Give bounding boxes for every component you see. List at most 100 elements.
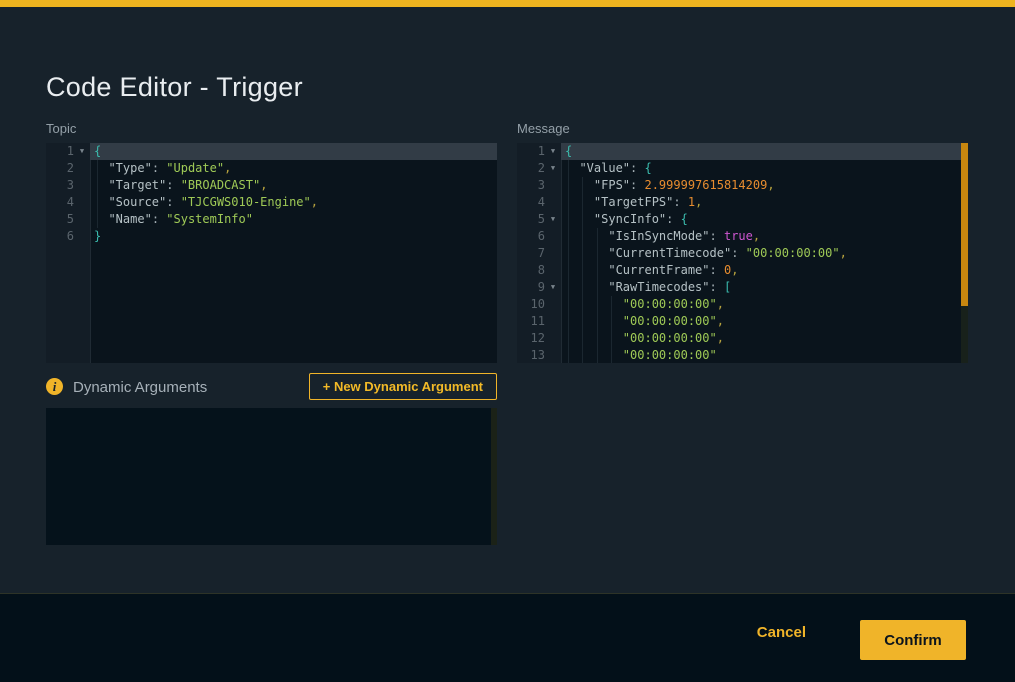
gutter-cell: 5▼	[517, 211, 561, 228]
code-token: "Name"	[108, 212, 151, 226]
topic-pane-label: Topic	[46, 121, 76, 136]
code-token: :	[152, 212, 166, 226]
fold-toggle-icon[interactable]: ▼	[548, 211, 558, 228]
new-dynamic-argument-button[interactable]: + New Dynamic Argument	[309, 373, 497, 400]
gutter-cell: 4	[517, 194, 561, 211]
code-token	[565, 229, 608, 243]
message-pane-label: Message	[517, 121, 570, 136]
code-token: :	[166, 195, 180, 209]
gutter-cell: 12	[517, 330, 561, 347]
code-line: 7 "CurrentTimecode": "00:00:00:00",	[517, 245, 968, 262]
code-token: "CurrentTimecode"	[608, 246, 731, 260]
code-token: "00:00:00:00"	[623, 297, 717, 311]
gutter-cell: 8	[517, 262, 561, 279]
code-token: ,	[717, 314, 724, 328]
code-line-content[interactable]: "IsInSyncMode": true,	[561, 228, 968, 245]
confirm-button[interactable]: Confirm	[860, 620, 966, 660]
gutter-cell: 7	[517, 245, 561, 262]
code-line: 2 "Type": "Update",	[46, 160, 497, 177]
code-line-content[interactable]: "Target": "BROADCAST",	[90, 177, 497, 194]
line-number: 6	[538, 228, 545, 245]
code-line: 6}	[46, 228, 497, 245]
code-line-content[interactable]: "00:00:00:00",	[561, 313, 968, 330]
code-token: "TJCGWS010-Engine"	[181, 195, 311, 209]
dynamic-arguments-label: Dynamic Arguments	[73, 379, 207, 396]
dynamic-arguments-list[interactable]	[46, 408, 497, 545]
dynamic-arguments-header: i Dynamic Arguments + New Dynamic Argume…	[46, 373, 497, 400]
code-token	[565, 263, 608, 277]
fold-toggle-icon[interactable]: ▼	[77, 143, 87, 160]
code-line-content[interactable]: "FPS": 2.999997615814209,	[561, 177, 968, 194]
code-token: ,	[695, 195, 702, 209]
code-line: 6 "IsInSyncMode": true,	[517, 228, 968, 245]
code-token: "BROADCAST"	[181, 178, 260, 192]
gutter-cell: 1▼	[46, 143, 90, 160]
code-line: 4 "Source": "TJCGWS010-Engine",	[46, 194, 497, 211]
code-line-content[interactable]: "Name": "SystemInfo"	[90, 211, 497, 228]
message-code-editor[interactable]: 1▼{2▼ "Value": {3 "FPS": 2.9999976158142…	[517, 143, 968, 363]
code-token: "TargetFPS"	[594, 195, 673, 209]
code-token: "Type"	[108, 161, 151, 175]
code-line-content[interactable]: "00:00:00:00"	[561, 347, 968, 363]
code-token: :	[731, 246, 745, 260]
code-line-content[interactable]: "Source": "TJCGWS010-Engine",	[90, 194, 497, 211]
code-token: :	[710, 263, 724, 277]
code-line-content[interactable]: {	[90, 143, 497, 160]
code-token: "Source"	[108, 195, 166, 209]
code-token: "FPS"	[594, 178, 630, 192]
editor-scrollbar[interactable]	[961, 143, 968, 363]
fold-toggle-icon[interactable]: ▼	[548, 279, 558, 296]
gutter-cell: 6	[517, 228, 561, 245]
cancel-button[interactable]: Cancel	[751, 623, 812, 642]
code-token: ,	[753, 229, 760, 243]
code-line: 11 "00:00:00:00",	[517, 313, 968, 330]
code-line-content[interactable]: "CurrentTimecode": "00:00:00:00",	[561, 245, 968, 262]
code-line: 8 "CurrentFrame": 0,	[517, 262, 968, 279]
code-token: {	[565, 144, 572, 158]
code-token: "Target"	[108, 178, 166, 192]
accent-topbar	[0, 0, 1015, 7]
code-line-content[interactable]: "00:00:00:00",	[561, 330, 968, 347]
code-line-content[interactable]: "00:00:00:00",	[561, 296, 968, 313]
code-line-content[interactable]: {	[561, 143, 968, 160]
code-line: 5▼ "SyncInfo": {	[517, 211, 968, 228]
gutter-cell: 10	[517, 296, 561, 313]
code-line-content[interactable]: "Value": {	[561, 160, 968, 177]
code-token	[565, 280, 608, 294]
code-line-content[interactable]: "RawTimecodes": [	[561, 279, 968, 296]
code-token: "00:00:00:00"	[623, 314, 717, 328]
gutter-cell: 3	[46, 177, 90, 194]
fold-toggle-icon[interactable]: ▼	[548, 143, 558, 160]
code-token: ,	[840, 246, 847, 260]
code-line-content[interactable]: "TargetFPS": 1,	[561, 194, 968, 211]
scrollbar-thumb[interactable]	[961, 143, 968, 306]
code-line: 10 "00:00:00:00",	[517, 296, 968, 313]
code-token: :	[710, 280, 724, 294]
fold-toggle-icon[interactable]: ▼	[548, 160, 558, 177]
gutter-cell: 4	[46, 194, 90, 211]
gutter-cell: 3	[517, 177, 561, 194]
code-token: :	[166, 178, 180, 192]
line-number: 4	[67, 194, 74, 211]
code-token	[565, 212, 594, 226]
code-line-content[interactable]: "SyncInfo": {	[561, 211, 968, 228]
code-token	[565, 161, 579, 175]
code-token	[565, 297, 623, 311]
code-token: :	[152, 161, 166, 175]
code-token	[94, 195, 108, 209]
code-line-content[interactable]: "Type": "Update",	[90, 160, 497, 177]
code-token: ,	[717, 331, 724, 345]
line-number: 12	[531, 330, 545, 347]
line-number: 1	[67, 143, 74, 160]
code-line-content[interactable]: }	[90, 228, 497, 245]
code-line-content[interactable]: "CurrentFrame": 0,	[561, 262, 968, 279]
code-line: 5 "Name": "SystemInfo"	[46, 211, 497, 228]
code-line: 12 "00:00:00:00",	[517, 330, 968, 347]
code-token: "Value"	[579, 161, 630, 175]
topic-code-editor[interactable]: 1▼{2 "Type": "Update",3 "Target": "BROAD…	[46, 143, 497, 363]
line-number: 8	[538, 262, 545, 279]
line-number: 13	[531, 347, 545, 363]
code-token: ,	[260, 178, 267, 192]
code-token	[565, 331, 623, 345]
code-token: "IsInSyncMode"	[608, 229, 709, 243]
